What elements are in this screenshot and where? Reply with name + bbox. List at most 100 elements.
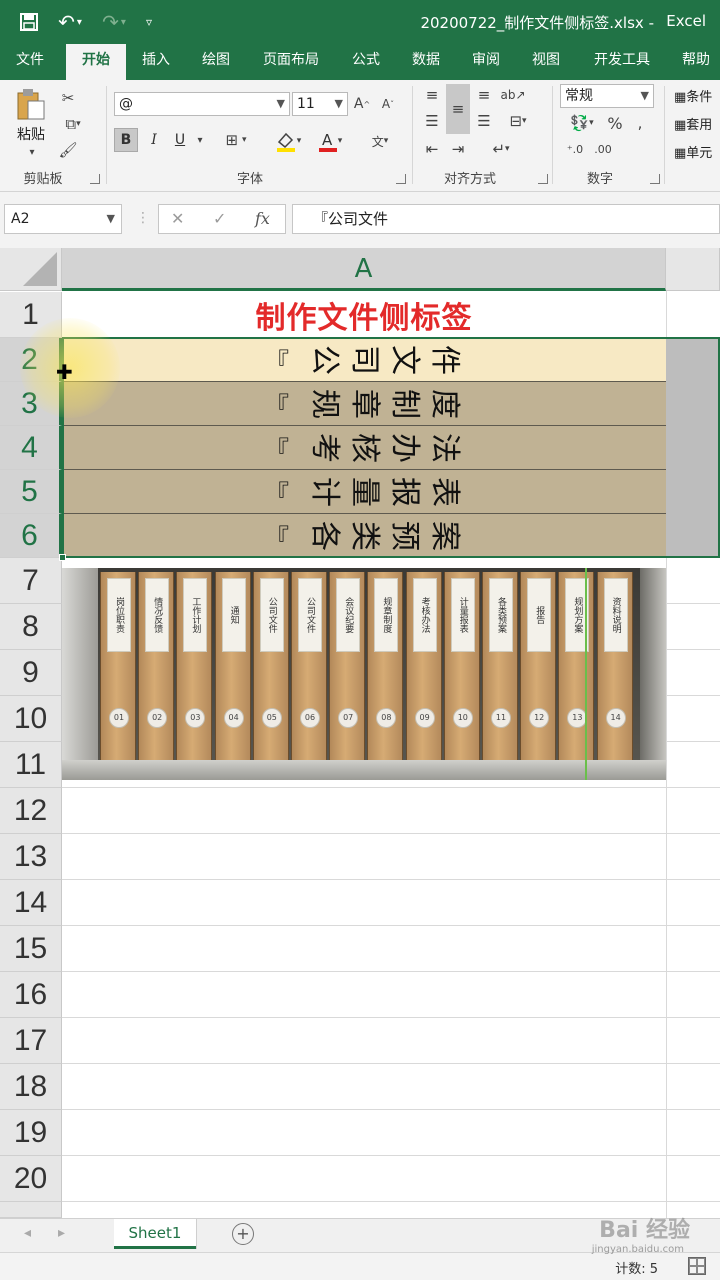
column-header-b[interactable] [666,248,720,291]
row-header[interactable]: 9 [0,650,62,696]
cell-styles-button[interactable]: ▦单元 [674,142,712,161]
copy-icon[interactable]: ⧉ ▾ [56,112,90,136]
formula-input[interactable]: 『公司文件 [292,204,720,234]
increase-font-icon[interactable]: A ^ [352,92,372,116]
row-header[interactable]: 16 [0,972,62,1018]
paste-icon[interactable] [14,86,48,122]
sheet-prev-icon[interactable]: ◂ [24,1225,31,1241]
tab-view[interactable]: 视图 [518,44,574,80]
row-header[interactable] [0,1202,62,1218]
decrease-indent-icon[interactable]: ⇤ [420,138,444,160]
increase-decimal-icon[interactable]: ⁺.0 [562,138,588,160]
tab-developer[interactable]: 开发工具 [584,44,660,80]
merge-center-icon[interactable]: ⊟ ▾ [500,110,536,132]
accounting-format-icon[interactable]: 💱 ▾ [562,112,602,134]
font-size-select[interactable]: 11 ▼ [292,92,348,116]
cell-a1-title[interactable]: 制作文件侧标签 [62,292,666,338]
increase-indent-icon[interactable]: ⇥ [446,138,470,160]
row-header[interactable]: 8 [0,604,62,650]
number-launcher-icon[interactable] [650,174,660,184]
phonetic-icon[interactable]: 文 ▾ [360,126,400,156]
add-sheet-icon[interactable]: + [232,1223,254,1245]
tab-help[interactable]: 帮助 [668,44,720,80]
underline-button[interactable]: U [168,128,192,152]
italic-button[interactable]: I [142,128,166,152]
row-header[interactable]: 13 [0,834,62,880]
insert-function-icon[interactable]: fx [255,205,270,233]
row-header[interactable]: 3 [0,382,62,426]
decrease-decimal-icon[interactable]: .00 [590,138,616,160]
font-launcher-icon[interactable] [396,174,406,184]
row-header[interactable]: 5 [0,470,62,514]
worksheet-grid[interactable]: A 1 2 3 4 5 6 7 8 9 10 11 12 13 14 15 16… [0,248,720,1218]
tab-page-layout[interactable]: 页面布局 [252,44,330,80]
select-all-button[interactable] [0,248,62,291]
cut-icon[interactable]: ✂ [56,86,80,110]
row-header[interactable]: 2 [0,338,62,382]
row-header[interactable]: 7 [0,558,62,604]
decrease-font-icon[interactable]: Aˇ [378,92,398,116]
redo-icon[interactable]: ↷ ▾ [96,0,132,44]
align-right-icon[interactable]: ☰ [472,110,496,132]
font-color-icon[interactable]: A ▾ [310,128,350,154]
orientation-icon[interactable]: ab↗ [500,84,526,106]
number-format-select[interactable]: 常规 ▼ [560,84,654,108]
format-painter-icon[interactable]: 🖌 [56,138,80,162]
column-header-a[interactable]: A [62,248,666,291]
tab-formulas[interactable]: 公式 [338,44,394,80]
tab-insert[interactable]: 插入 [128,44,184,80]
row-header[interactable]: 19 [0,1110,62,1156]
name-box[interactable]: A2 ▼ [4,204,122,234]
format-as-table-button[interactable]: ▦套用 [674,114,712,133]
align-middle-icon[interactable]: ≡ [446,84,470,134]
row-header[interactable]: 17 [0,1018,62,1064]
row-header[interactable]: 14 [0,880,62,926]
percent-style-icon[interactable]: % [604,112,626,134]
cell-a4[interactable]: 『考核办法 [62,426,666,470]
row-header[interactable]: 18 [0,1064,62,1110]
row-header[interactable]: 1 [0,292,62,338]
bold-button[interactable]: B [114,128,138,152]
sheet-next-icon[interactable]: ▸ [58,1225,65,1241]
fill-handle[interactable] [59,554,66,561]
row-header[interactable]: 10 [0,696,62,742]
row-header[interactable]: 11 [0,742,62,788]
row-header[interactable]: 6 [0,514,62,558]
row-header[interactable]: 12 [0,788,62,834]
align-left-icon[interactable]: ☰ [420,110,444,132]
fill-color-icon[interactable]: ▾ [268,128,308,154]
enter-icon[interactable]: ✓ [213,205,226,233]
row-header[interactable]: 15 [0,926,62,972]
clipboard-launcher-icon[interactable] [90,174,100,184]
tab-data[interactable]: 数据 [398,44,454,80]
row-header[interactable]: 20 [0,1156,62,1202]
tab-home[interactable]: 开始 [66,44,126,80]
save-icon[interactable] [14,0,44,44]
row-header[interactable]: 4 [0,426,62,470]
conditional-formatting-button[interactable]: ▦条件 [674,86,712,105]
sheet-tab-sheet1[interactable]: Sheet1 [114,1219,196,1249]
undo-icon[interactable]: ↶ ▾ [52,0,88,44]
cell-a3[interactable]: 『规章制度 [62,382,666,426]
normal-view-icon[interactable] [688,1257,706,1275]
tab-file[interactable]: 文件 [4,44,56,80]
font-name-select[interactable]: @ ▼ [114,92,290,116]
tab-review[interactable]: 审阅 [458,44,514,80]
cell-a6[interactable]: 『各类预案 [62,514,666,558]
cancel-icon[interactable]: ✕ [171,205,184,233]
align-top-icon[interactable]: ≡ [420,84,444,106]
paste-label[interactable]: 粘贴 [14,124,48,144]
formula-bar-handle[interactable]: ⋮ [136,210,150,226]
align-bottom-icon[interactable]: ≡ [472,84,496,106]
binder-photo[interactable]: 岗位职责 01 情况反馈 02 工作计划 03 通知 04 公司文件 05 公司文件 06 会议纪要 07… [62,568,666,780]
cell-a2[interactable]: 『公司文件 [62,338,666,382]
wrap-text-icon[interactable]: ↵ ▾ [484,138,518,160]
tab-draw[interactable]: 绘图 [188,44,244,80]
comma-style-icon[interactable]: , [630,112,650,134]
customize-qat-icon[interactable]: ▿ [138,0,160,44]
paste-dropdown-icon[interactable]: ▾ [26,146,38,158]
borders-icon[interactable]: ⊞ ▾ [218,128,254,152]
cell-a5[interactable]: 『计量报表 [62,470,666,514]
underline-dropdown-icon[interactable]: ▾ [194,132,206,148]
alignment-launcher-icon[interactable] [538,174,548,184]
